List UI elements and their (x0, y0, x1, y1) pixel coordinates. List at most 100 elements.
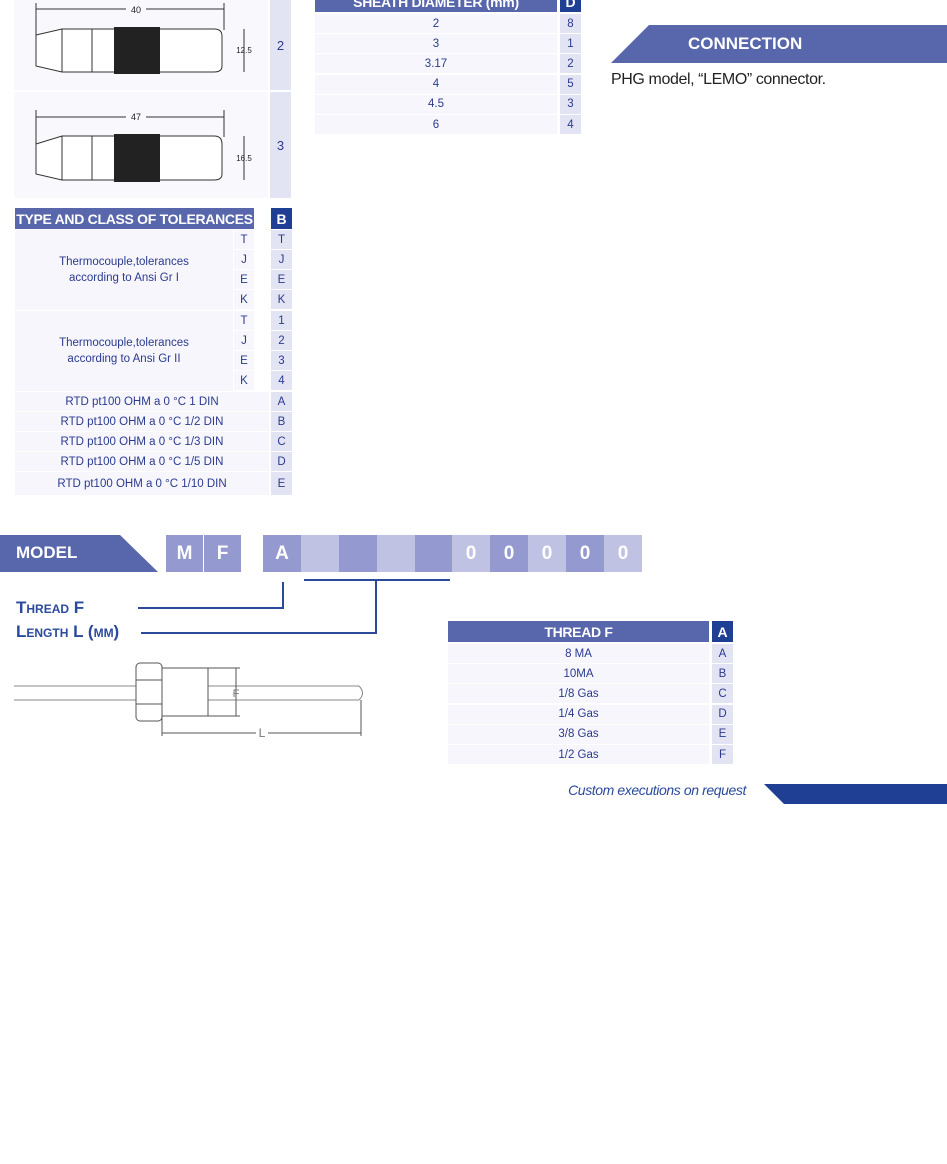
thermocouple-type: K (234, 290, 254, 309)
tolerance-group-text: Thermocouple,tolerances (59, 256, 189, 268)
connection-text: PHG model, “LEMO” connector. (611, 71, 826, 88)
tolerance-code: 4 (271, 371, 292, 390)
tolerance-group-text: Thermocouple,tolerances (59, 337, 189, 349)
model-code-box: M (166, 535, 203, 572)
thermocouple-type: E (234, 351, 254, 370)
sheath-code: 2 (560, 54, 581, 74)
thread-value: 3/8 Gas (448, 724, 709, 744)
thread-code: F (712, 745, 733, 764)
tolerance-code: K (271, 290, 292, 309)
legend-length: Length L (mm) (16, 622, 120, 641)
length-dimension-label: L (259, 726, 266, 740)
sheath-diameter-value: 6 (315, 115, 557, 134)
length-connector-line-vertical (375, 580, 377, 634)
connector-length-label: 47 (131, 112, 141, 122)
sheath-diameter-value: 3.17 (315, 54, 557, 74)
footer-bar (764, 784, 947, 804)
model-code-box (301, 535, 339, 572)
thread-code: B (712, 664, 733, 684)
connector-length-label: 40 (131, 5, 141, 15)
thermocouple-type: J (234, 250, 254, 269)
thread-connector-line (138, 607, 284, 609)
thread-badge: A (712, 621, 733, 642)
thread-value: 1/8 Gas (448, 684, 709, 704)
sheath-diameter-value: 2 (315, 14, 557, 33)
tolerance-code: 1 (271, 311, 292, 330)
connector-3-illustration: 47 16.5 (35, 110, 252, 182)
connection-title: CONNECTION (688, 34, 803, 53)
tolerance-group-label: Thermocouple,tolerances according to Ansi… (15, 230, 233, 310)
tolerance-code: E (271, 270, 292, 289)
thread-value: 1/2 Gas (448, 745, 709, 764)
thermocouple-type: T (234, 311, 254, 330)
tolerance-group-text: according to Ansi Gr II (67, 353, 181, 365)
sheath-diameter-value: 4.5 (315, 94, 557, 114)
tolerance-code: E (271, 472, 292, 495)
connector-code-3: 3 (270, 92, 291, 198)
thread-value: 8 MA (448, 644, 709, 663)
model-code-box (339, 535, 377, 572)
model-code-box: 0 (490, 535, 528, 572)
tolerance-code: A (271, 392, 292, 411)
thermocouple-type: T (234, 230, 254, 249)
sheath-header: SHEATH DIAMETER (mm) (315, 0, 557, 12)
sheath-code: 1 (560, 34, 581, 54)
fitting-drawing: F L (14, 662, 363, 740)
thread-connector-line-vertical (282, 582, 284, 609)
model-code-box: 0 (528, 535, 566, 572)
tolerance-code: C (271, 432, 292, 451)
sheath-diameter-value: 4 (315, 74, 557, 94)
thread-code: C (712, 684, 733, 704)
model-code-box (415, 535, 453, 572)
length-bracket-line (304, 579, 450, 581)
tolerance-code: 3 (271, 351, 292, 370)
tolerances-badge: B (271, 208, 292, 229)
thermocouple-type: K (234, 371, 254, 390)
rtd-tolerance-label: RTD pt100 OHM a 0 °C 1/10 DIN (15, 472, 269, 495)
length-connector-line (141, 632, 377, 634)
connector-code-2: 2 (270, 0, 291, 90)
thread-value: 1/4 Gas (448, 704, 709, 724)
model-label: MODEL (16, 543, 78, 562)
tolerance-code: 2 (271, 331, 292, 350)
model-code-box: 0 (452, 535, 490, 572)
thread-dimension-label: F (233, 688, 240, 700)
tolerance-group-label: Thermocouple,tolerances according to Ansi… (15, 311, 233, 391)
model-code-box: 0 (566, 535, 604, 572)
sheath-code: 4 (560, 115, 581, 134)
tolerances-header: TYPE AND CLASS OF TOLERANCES (15, 208, 254, 229)
thread-code: D (712, 704, 733, 724)
custom-executions-note: Custom executions on request (568, 782, 746, 798)
tolerance-code: D (271, 452, 292, 471)
connector-drawing-2: 40 12.5 (14, 0, 268, 90)
thread-code: E (712, 724, 733, 744)
thermocouple-type: J (234, 331, 254, 350)
thermocouple-type: E (234, 270, 254, 289)
tolerance-code: T (271, 230, 292, 249)
tolerance-code: B (271, 412, 292, 431)
sheath-diameter-value: 3 (315, 34, 557, 54)
legend-thread: Thread F (16, 598, 85, 617)
connector-2-illustration: 40 12.5 (35, 3, 252, 74)
sheath-code: 5 (560, 74, 581, 94)
model-code-box (377, 535, 415, 572)
sheath-code: 3 (560, 94, 581, 114)
connector-diameter-label: 12.5 (236, 46, 252, 55)
thread-code: A (712, 644, 733, 663)
rtd-tolerance-label: RTD pt100 OHM a 0 °C 1/3 DIN (15, 432, 269, 451)
model-code-box: A (263, 535, 301, 572)
tolerance-code: J (271, 250, 292, 269)
rtd-tolerance-label: RTD pt100 OHM a 0 °C 1/2 DIN (15, 412, 269, 431)
sheath-code: 8 (560, 14, 581, 33)
tolerance-group-text: according to Ansi Gr I (69, 272, 179, 284)
thread-value: 10MA (448, 664, 709, 684)
sheath-badge: D (560, 0, 581, 12)
model-code-box: F (204, 535, 241, 572)
catalog-page: 40 12.5 2 47 16.5 3 TYPE AND CLASS OF TO… (0, 0, 947, 1164)
connector-diameter-label: 16.5 (236, 154, 252, 163)
rtd-tolerance-label: RTD pt100 OHM a 0 °C 1/5 DIN (15, 452, 269, 471)
model-code-box: 0 (604, 535, 642, 572)
connector-drawing-3: 47 16.5 (14, 92, 268, 198)
rtd-tolerance-label: RTD pt100 OHM a 0 °C 1 DIN (15, 392, 269, 411)
thread-header: THREAD F (448, 621, 709, 642)
